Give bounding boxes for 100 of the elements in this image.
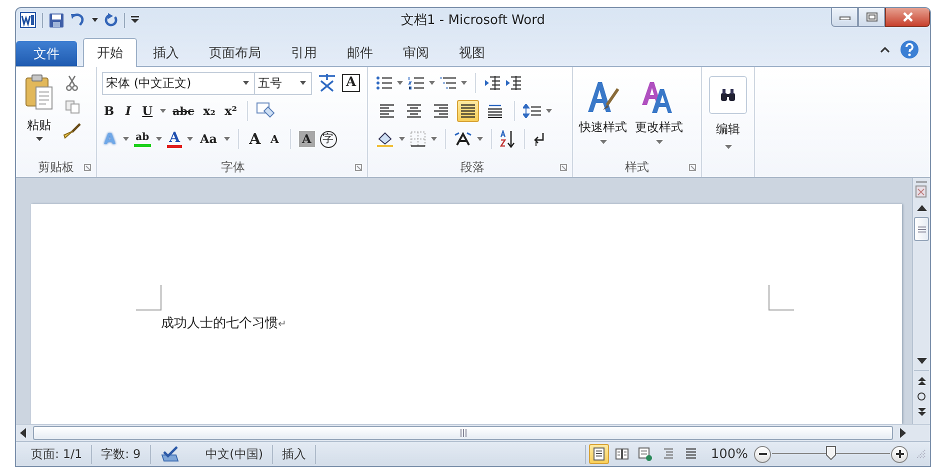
- dialog-launcher-icon[interactable]: [689, 164, 696, 171]
- format-button[interactable]: x²: [222, 104, 239, 118]
- character-border-button[interactable]: A: [342, 74, 360, 92]
- format-button[interactable]: ab: [134, 132, 152, 146]
- cut-icon[interactable]: [65, 75, 79, 91]
- ribbon-tab[interactable]: 插入: [139, 38, 193, 66]
- shading-icon[interactable]: [376, 131, 394, 147]
- font-name-field[interactable]: 宋体 (中文正文): [102, 72, 255, 94]
- paste-button[interactable]: 粘贴: [21, 71, 57, 158]
- phonetic-guide-icon[interactable]: [317, 74, 337, 92]
- undo-icon[interactable]: [70, 13, 86, 27]
- scrollbar-thumb[interactable]: [914, 217, 929, 241]
- word-logo-icon[interactable]: [20, 12, 36, 28]
- styles-button[interactable]: 更改样式: [632, 71, 686, 158]
- close-icon: [902, 12, 914, 22]
- chinese-layout-icon[interactable]: [454, 131, 472, 147]
- caret-icon[interactable]: [461, 81, 467, 85]
- font-size-field[interactable]: 五号: [254, 72, 312, 94]
- maximize-button[interactable]: [858, 8, 885, 27]
- caret-icon[interactable]: [397, 81, 403, 85]
- group-label: 段落: [460, 159, 484, 176]
- format-button[interactable]: A: [167, 130, 182, 148]
- file-tab[interactable]: 文件: [16, 41, 77, 66]
- format-button[interactable]: Aa: [198, 132, 220, 146]
- paragraph-mark: ↵: [278, 319, 286, 330]
- show-formatting-marks-icon[interactable]: [533, 132, 545, 146]
- scrollbar-thumb[interactable]: [33, 426, 893, 440]
- font-size-button[interactable]: A: [247, 130, 263, 148]
- scroll-left-icon[interactable]: [20, 428, 26, 438]
- insert-mode-status[interactable]: 插入: [273, 446, 316, 462]
- caret-icon[interactable]: [160, 109, 166, 113]
- clear-formatting-icon[interactable]: [256, 102, 276, 120]
- zoom-in-button[interactable]: [891, 446, 908, 462]
- ribbon-tab[interactable]: 邮件: [333, 38, 387, 66]
- caret-icon: [36, 137, 42, 141]
- view-button[interactable]: [588, 444, 609, 464]
- scroll-right-icon[interactable]: [900, 428, 906, 438]
- resize-grip-icon[interactable]: [916, 449, 926, 459]
- ribbon-tab[interactable]: 开始: [83, 38, 137, 67]
- dialog-launcher-icon[interactable]: [560, 164, 567, 171]
- word-count-status[interactable]: 字数: 9: [92, 446, 150, 462]
- help-icon[interactable]: [900, 40, 919, 58]
- caret-icon[interactable]: [429, 81, 435, 85]
- collapse-ribbon-icon[interactable]: [880, 46, 890, 52]
- proofing-check-icon[interactable]: [160, 446, 180, 462]
- format-button[interactable]: I: [121, 104, 136, 118]
- format-button[interactable]: x₂: [201, 104, 218, 118]
- language-status[interactable]: 中文(中国): [184, 446, 272, 462]
- font-size-button[interactable]: A: [268, 132, 282, 146]
- scroll-up-icon[interactable]: [916, 205, 926, 211]
- view-mode-icon: [614, 447, 629, 461]
- character-shading-button[interactable]: A: [298, 131, 315, 147]
- next-page-icon[interactable]: [918, 407, 926, 416]
- numbering-icon[interactable]: [408, 76, 424, 90]
- ribbon-tab[interactable]: 审阅: [389, 38, 443, 66]
- minimize-icon: [838, 14, 850, 20]
- browse-object-icon[interactable]: [917, 392, 926, 401]
- customize-menu-icon[interactable]: [131, 16, 139, 24]
- clipboard-icon: [24, 74, 54, 110]
- format-button[interactable]: abc: [170, 104, 196, 118]
- decrease-indent-icon[interactable]: [484, 76, 500, 90]
- zoom-out-button[interactable]: [754, 446, 771, 462]
- line-spacing-icon[interactable]: [523, 104, 541, 118]
- previous-page-icon[interactable]: [918, 377, 926, 386]
- sort-icon[interactable]: [500, 130, 516, 148]
- zoom-slider-thumb[interactable]: [826, 446, 836, 460]
- multilevel-list-icon[interactable]: [440, 76, 456, 90]
- caret-icon[interactable]: [92, 18, 98, 22]
- caret-icon[interactable]: [546, 109, 552, 113]
- view-mode-icon: [592, 447, 606, 461]
- ribbon-tab[interactable]: 引用: [277, 38, 331, 66]
- scroll-down-icon[interactable]: [916, 358, 926, 364]
- format-painter-icon[interactable]: [63, 123, 81, 139]
- format-button[interactable]: B: [102, 104, 116, 118]
- enclose-characters-button[interactable]: 字: [320, 130, 337, 148]
- caret-icon: [300, 81, 306, 85]
- dialog-launcher-icon[interactable]: [84, 164, 91, 171]
- zoom-slider[interactable]: [772, 446, 890, 462]
- bullets-icon[interactable]: [376, 76, 392, 90]
- group-label: 剪贴板: [38, 159, 74, 176]
- editing-button[interactable]: 编辑: [705, 74, 751, 151]
- ribbon-tab[interactable]: 页面布局: [195, 38, 275, 66]
- document-text: 成功人士的七个习惯: [161, 315, 278, 332]
- increase-indent-icon[interactable]: [505, 76, 521, 90]
- dialog-launcher-icon[interactable]: [355, 164, 362, 171]
- ruler-toggle-icon[interactable]: [915, 181, 928, 199]
- redo-icon[interactable]: [104, 13, 118, 27]
- minimize-button[interactable]: [831, 8, 858, 27]
- window-title: 文档1 - Microsoft Word: [401, 12, 545, 29]
- format-button[interactable]: U: [140, 104, 155, 118]
- borders-icon[interactable]: [410, 131, 426, 147]
- save-icon[interactable]: [49, 12, 64, 28]
- alignment-button[interactable]: [457, 100, 479, 122]
- close-button[interactable]: [885, 8, 930, 27]
- page-count-status[interactable]: 页面: 1/1: [22, 446, 92, 462]
- styles-button[interactable]: 快速样式: [576, 71, 630, 158]
- ribbon-tab[interactable]: 视图: [445, 38, 499, 66]
- zoom-level-button[interactable]: 100%: [700, 446, 754, 462]
- view-mode-icon: [684, 447, 698, 461]
- copy-icon[interactable]: [64, 100, 80, 114]
